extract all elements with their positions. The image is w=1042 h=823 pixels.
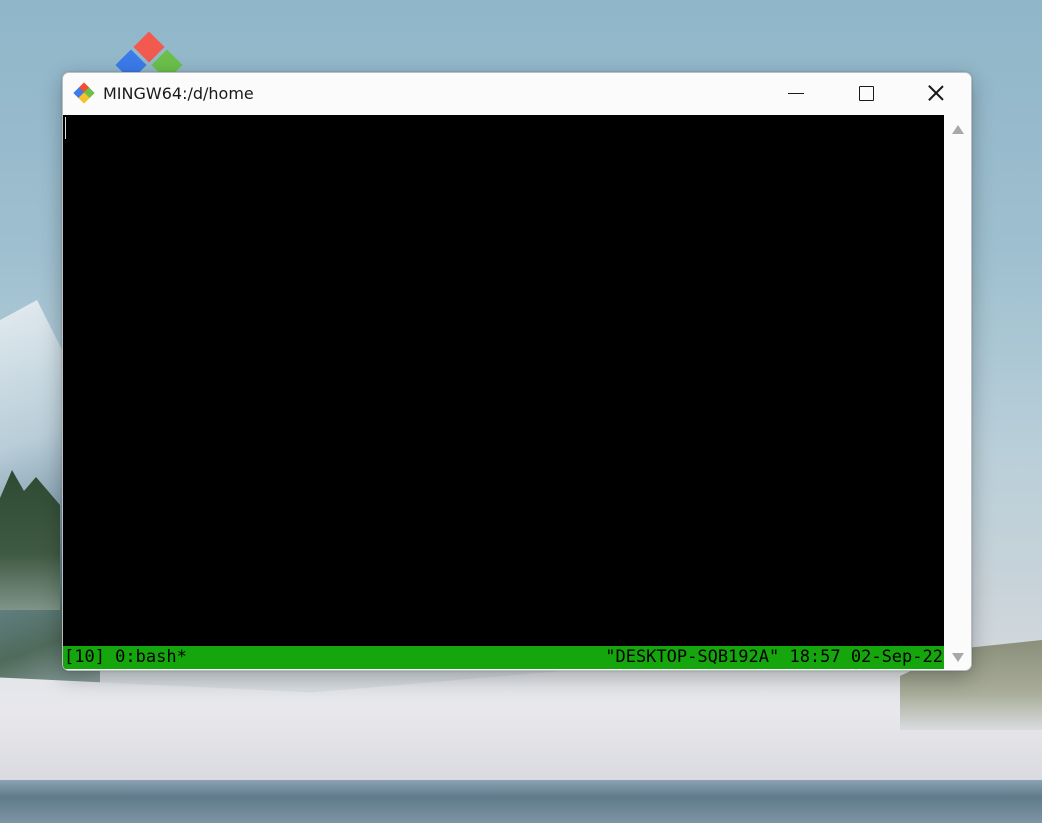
status-left-session: [10] 0:bash*: [64, 647, 187, 667]
maximize-icon: [858, 85, 874, 101]
close-icon: [928, 85, 944, 101]
title-bar[interactable]: MINGW64:/d/home: [63, 73, 971, 115]
vertical-scrollbar[interactable]: [944, 115, 971, 669]
close-button[interactable]: [901, 73, 971, 113]
tmux-status-bar: [10] 0:bash* "DESKTOP-SQB192A" 18:57 02-…: [63, 646, 944, 669]
text-cursor: [65, 117, 66, 139]
window-title: MINGW64:/d/home: [103, 84, 254, 103]
desktop: MINGW64:/d/home [10] 0:bash* "DESKTOP-SQ…: [0, 0, 1042, 823]
status-right-host-time: "DESKTOP-SQB192A" 18:57 02-Sep-22: [605, 647, 943, 667]
terminal-area[interactable]: [10] 0:bash* "DESKTOP-SQB192A" 18:57 02-…: [63, 115, 944, 669]
minimize-button[interactable]: [761, 73, 831, 113]
scroll-down-arrow-icon[interactable]: [952, 653, 964, 662]
scroll-up-arrow-icon[interactable]: [952, 125, 964, 134]
wallpaper-water: [0, 780, 1042, 823]
minimize-icon: [788, 92, 804, 94]
terminal-window[interactable]: MINGW64:/d/home [10] 0:bash* "DESKTOP-SQ…: [62, 72, 972, 671]
maximize-button[interactable]: [831, 73, 901, 113]
git-bash-icon[interactable]: [73, 82, 95, 104]
